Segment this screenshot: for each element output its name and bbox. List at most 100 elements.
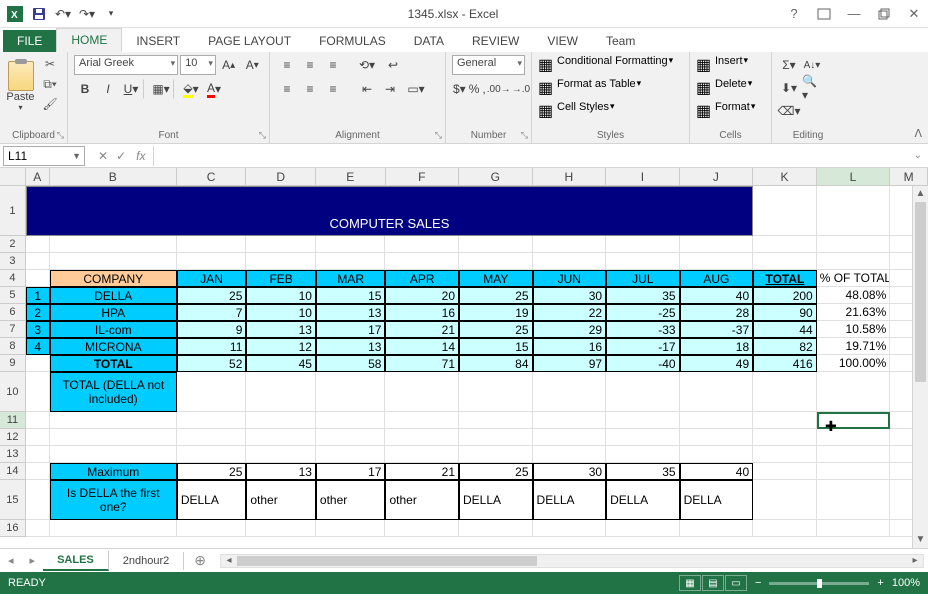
- cell[interactable]: [753, 412, 817, 429]
- format-cells-button[interactable]: ▦Format▾: [696, 101, 765, 121]
- total-data[interactable]: 49: [680, 355, 754, 372]
- cell[interactable]: [680, 372, 754, 412]
- total-pct[interactable]: 100.00%: [817, 355, 891, 372]
- cell[interactable]: [533, 372, 607, 412]
- col-header-E[interactable]: E: [316, 168, 386, 185]
- tab-insert[interactable]: INSERT: [122, 30, 194, 52]
- header-total[interactable]: TOTAL: [753, 270, 817, 287]
- percent-format-icon[interactable]: %: [468, 79, 481, 99]
- cell[interactable]: [606, 236, 680, 253]
- cell[interactable]: [50, 236, 177, 253]
- help-icon[interactable]: ?: [784, 4, 804, 24]
- data-cell[interactable]: 13: [246, 321, 316, 338]
- tab-data[interactable]: DATA: [400, 30, 458, 52]
- delete-cells-button[interactable]: ▦Delete▾: [696, 78, 765, 98]
- zoom-level[interactable]: 100%: [892, 577, 920, 589]
- data-cell[interactable]: 35: [606, 287, 680, 304]
- scroll-left-icon[interactable]: ◂: [221, 555, 237, 566]
- max-cell[interactable]: 25: [177, 463, 247, 480]
- total-label[interactable]: TOTAL: [50, 355, 177, 372]
- total-data[interactable]: 84: [459, 355, 533, 372]
- first-cell[interactable]: other: [316, 480, 386, 520]
- cell[interactable]: [533, 520, 607, 537]
- normal-view-icon[interactable]: ▦: [679, 575, 701, 591]
- font-name-combo[interactable]: Arial Greek: [74, 55, 178, 75]
- header-pct[interactable]: % OF TOTAL: [817, 270, 891, 287]
- cell[interactable]: [606, 372, 680, 412]
- selected-cell[interactable]: [817, 412, 891, 429]
- cell[interactable]: [385, 372, 459, 412]
- cell[interactable]: [26, 520, 50, 537]
- cell[interactable]: [177, 520, 247, 537]
- cell[interactable]: [26, 446, 50, 463]
- cell[interactable]: [26, 372, 50, 412]
- max-cell[interactable]: 35: [606, 463, 680, 480]
- dialog-launcher-icon[interactable]: ⤡: [521, 130, 528, 141]
- total-data[interactable]: 52: [177, 355, 247, 372]
- cell[interactable]: [385, 520, 459, 537]
- data-cell[interactable]: 18: [680, 338, 754, 355]
- data-cell[interactable]: 20: [385, 287, 459, 304]
- collapse-ribbon-icon[interactable]: ᐱ: [914, 127, 922, 140]
- tab-team[interactable]: Team: [592, 30, 649, 52]
- cell[interactable]: [459, 429, 533, 446]
- align-right-icon[interactable]: ≡: [322, 79, 344, 99]
- cell[interactable]: [817, 463, 891, 480]
- row-header-11[interactable]: 11: [0, 412, 26, 429]
- cell[interactable]: [246, 253, 316, 270]
- sheet-tab-sales[interactable]: SALES: [43, 551, 109, 571]
- dialog-launcher-icon[interactable]: ⤡: [259, 130, 266, 141]
- cell[interactable]: [753, 520, 817, 537]
- data-cell[interactable]: 7: [177, 304, 247, 321]
- autosum-icon[interactable]: Σ▾: [778, 55, 800, 75]
- row-header-10[interactable]: 10: [0, 372, 26, 412]
- cell[interactable]: [753, 463, 817, 480]
- cell[interactable]: [606, 429, 680, 446]
- row-header-3[interactable]: 3: [0, 253, 26, 270]
- font-size-combo[interactable]: 10: [180, 55, 216, 75]
- cell[interactable]: [26, 253, 50, 270]
- data-cell[interactable]: -25: [606, 304, 680, 321]
- data-cell[interactable]: 12: [246, 338, 316, 355]
- pct-cell[interactable]: 21.63%: [817, 304, 891, 321]
- font-color-icon[interactable]: A▾: [203, 79, 225, 99]
- row-header-12[interactable]: 12: [0, 429, 26, 446]
- excel-icon[interactable]: X: [4, 3, 26, 25]
- conditional-formatting-button[interactable]: ▦Conditional Formatting▾: [538, 55, 683, 75]
- horizontal-scrollbar[interactable]: ◂ ▸: [220, 554, 924, 568]
- cell[interactable]: [177, 236, 247, 253]
- data-cell[interactable]: 16: [533, 338, 607, 355]
- cell[interactable]: [680, 253, 754, 270]
- col-header-L[interactable]: L: [817, 168, 891, 185]
- row-header-6[interactable]: 6: [0, 304, 26, 321]
- cell[interactable]: [177, 446, 247, 463]
- total-data[interactable]: 45: [246, 355, 316, 372]
- page-layout-view-icon[interactable]: ▤: [702, 575, 724, 591]
- pct-cell[interactable]: 48.08%: [817, 287, 891, 304]
- cell[interactable]: [459, 236, 533, 253]
- cell[interactable]: [177, 429, 247, 446]
- cell[interactable]: [26, 463, 50, 480]
- col-header-C[interactable]: C: [177, 168, 247, 185]
- header-month[interactable]: APR: [385, 270, 459, 287]
- row-header-2[interactable]: 2: [0, 236, 26, 253]
- title-merge[interactable]: COMPUTER SALES: [26, 186, 753, 236]
- fill-icon[interactable]: ⬇▾: [778, 78, 800, 98]
- row-header-4[interactable]: 4: [0, 270, 26, 287]
- align-left-icon[interactable]: ≡: [276, 79, 298, 99]
- cell[interactable]: [316, 236, 386, 253]
- sheet-tab-2ndhour2[interactable]: 2ndhour2: [109, 552, 185, 570]
- cell[interactable]: [606, 520, 680, 537]
- total-cell[interactable]: 82: [753, 338, 817, 355]
- data-cell[interactable]: 21: [385, 321, 459, 338]
- accounting-format-icon[interactable]: $▾: [452, 79, 467, 99]
- data-cell[interactable]: 25: [459, 287, 533, 304]
- max-cell[interactable]: 25: [459, 463, 533, 480]
- col-header-G[interactable]: G: [459, 168, 533, 185]
- total-cell[interactable]: 44: [753, 321, 817, 338]
- cell[interactable]: [753, 372, 817, 412]
- first-cell[interactable]: DELLA: [606, 480, 680, 520]
- col-header-I[interactable]: I: [606, 168, 680, 185]
- clear-icon[interactable]: ⌫▾: [778, 101, 800, 121]
- pct-cell[interactable]: 10.58%: [817, 321, 891, 338]
